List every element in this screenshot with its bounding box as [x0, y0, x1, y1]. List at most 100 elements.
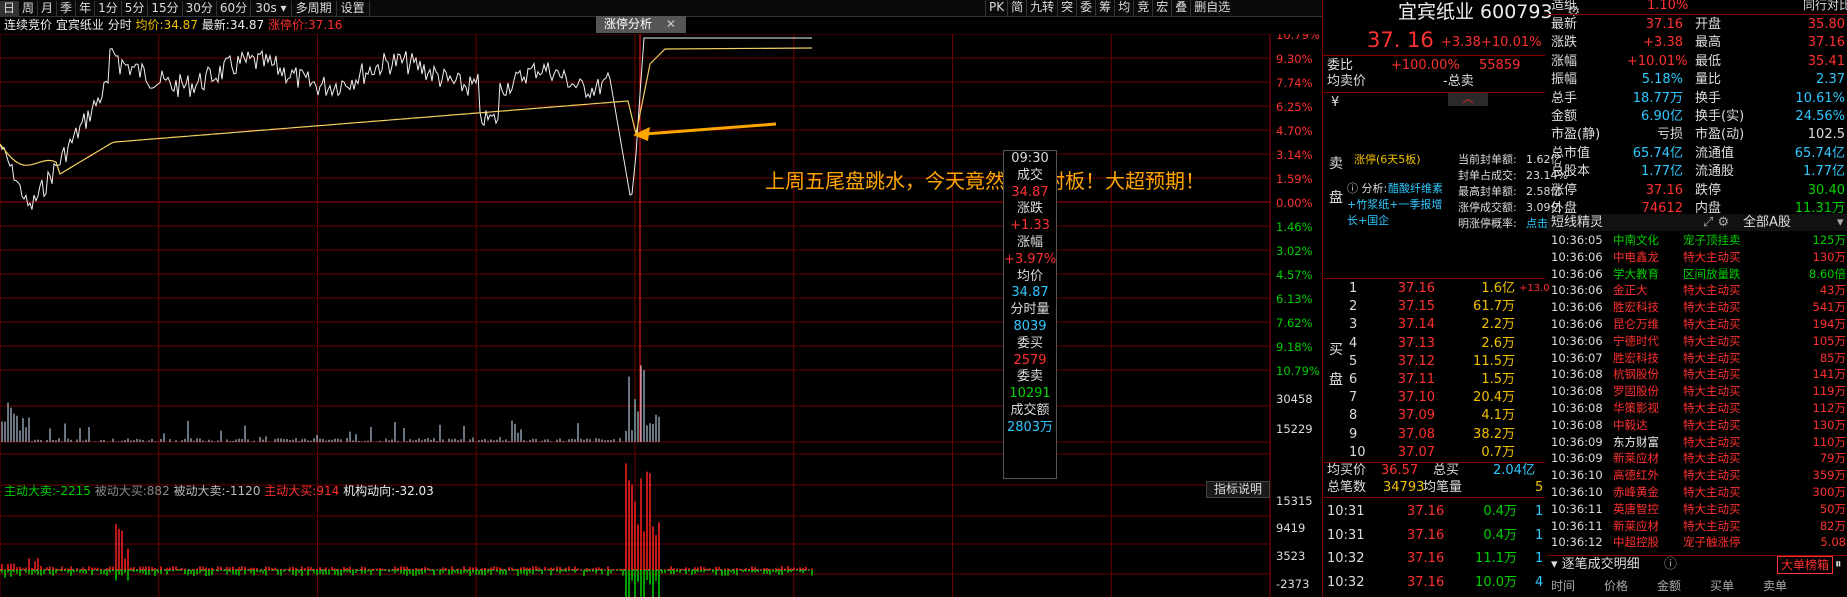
feed-value: 79万: [1819, 451, 1846, 466]
settings-button[interactable]: 设置: [337, 0, 370, 16]
multi-period-button[interactable]: 多周期: [292, 0, 337, 16]
tool-6[interactable]: 均: [1114, 0, 1133, 16]
feed-time: 10:36:10: [1551, 468, 1603, 483]
book-change: +13.0: [1519, 283, 1550, 294]
price-change-pct: +10.01%: [1481, 35, 1542, 50]
feed-row[interactable]: 10:36:07 胜宏科技 特大主动买 85万: [1547, 350, 1847, 366]
tool-0[interactable]: PK: [985, 0, 1007, 16]
feed-row[interactable]: 10:36:11 英唐智控 特大主动买 50万: [1547, 501, 1847, 517]
period-select[interactable]: 30s ▾: [251, 0, 292, 16]
quote-value: 35.80: [1807, 17, 1845, 32]
book-price: 37.14: [1397, 317, 1435, 333]
feed-row[interactable]: 10:36:08 罗固股份 特大主动买 119万: [1547, 383, 1847, 399]
intraday-chart[interactable]: 10.79% 9.30% 7.74% 6.25% 4.70% 3.14% 1.59% 0.00…: [0, 34, 1322, 597]
feed-row[interactable]: 10:36:05 中南文化 宠子顶挂卖 125万: [1547, 232, 1847, 248]
quote-panel: 宜宾纸业 600793 ⚙ 37. 16 +3.38 +10.01% 委比 +100.00%…: [1322, 0, 1847, 597]
pct-tick-up: 6.25%: [1276, 100, 1313, 114]
crosshair-tooltip: 09:30 成交 34.87 涨跌 +1.33 涨幅 +3.97% 均价 34.87 分时量 803…: [1003, 150, 1057, 479]
limit-price-label: 涨停价:37.16: [268, 18, 343, 32]
period-0[interactable]: 日: [0, 0, 20, 16]
info-icon: ⓘ: [1664, 557, 1678, 572]
quote-value: 10.61%: [1795, 90, 1845, 106]
feed-time: 10:36:06: [1551, 249, 1603, 264]
feed-value: 110万: [1812, 434, 1846, 449]
flow-tick: 3523: [1276, 549, 1305, 563]
period-5[interactable]: 1分: [95, 0, 122, 16]
series-label: 分时: [107, 18, 132, 32]
sell-side-label: 卖: [1329, 156, 1343, 172]
period-3[interactable]: 季: [57, 0, 77, 16]
book-volume: 4.1万: [1481, 408, 1515, 424]
feed-row[interactable]: 10:36:06 昆仑万维 特大主动买 194万: [1547, 316, 1847, 332]
quote-label: 跌停: [1695, 182, 1722, 198]
feed-row[interactable]: 10:36:06 胜宏科技 特大主动买 541万: [1547, 299, 1847, 315]
book-volume: 20.4万: [1473, 390, 1515, 406]
tool-4[interactable]: 委: [1076, 0, 1095, 16]
feed-value: 85万: [1819, 350, 1846, 365]
tooltip-label: 涨跌: [1016, 201, 1043, 217]
trade-count: 1: [1535, 551, 1544, 566]
quote-value: 102.5: [1807, 127, 1845, 143]
annotation-arrow: [644, 122, 777, 136]
quote-value: 5.18%: [1641, 72, 1683, 88]
quote-label: 最低: [1695, 53, 1722, 69]
tooltip-label: 涨幅: [1016, 234, 1043, 250]
tooltip-value: 10291: [1009, 386, 1051, 402]
quote-value: 35.41: [1807, 53, 1845, 69]
feed-event: 特大主动买: [1683, 401, 1741, 415]
period-2[interactable]: 月: [38, 0, 58, 16]
tool-10[interactable]: 删自选: [1190, 0, 1233, 16]
feed-row[interactable]: 10:36:10 高德红外 特大主动买 359万: [1547, 467, 1847, 483]
big-order-button[interactable]: 大单榜箱: [1777, 556, 1833, 574]
feed-row[interactable]: 10:36:08 中毅达 特大主动买 130万: [1547, 417, 1847, 433]
indicator-help-button[interactable]: 指标说明: [1206, 481, 1270, 498]
feed-row[interactable]: 10:36:09 新莱应材 特大主动买 79万: [1547, 450, 1847, 466]
quote-value: +10.01%: [1627, 53, 1688, 69]
feed-row[interactable]: 10:36:08 杭钢股份 特大主动买 141万: [1547, 366, 1847, 382]
period-6[interactable]: 5分: [122, 0, 149, 16]
quote-value: +3.38: [1643, 35, 1683, 51]
feed-row[interactable]: 10:36:12 中超控股 宠子触涨停 5.08: [1547, 534, 1847, 550]
period-8[interactable]: 30分: [183, 0, 217, 16]
feed-row[interactable]: 10:36:06 金正大 特大主动买 43万: [1547, 282, 1847, 298]
tool-3[interactable]: 突: [1057, 0, 1076, 16]
feed-row[interactable]: 10:36:11 新莱应材 特大主动买 82万: [1547, 518, 1847, 534]
avg-price-line: [0, 47, 813, 175]
tool-7[interactable]: 竞: [1133, 0, 1152, 16]
tooltip-value: 8039: [1013, 318, 1047, 334]
period-7[interactable]: 15分: [148, 0, 183, 16]
feed-row[interactable]: 10:36:09 东方财富 特大主动买 110万: [1547, 434, 1847, 450]
feed-time: 10:36:08: [1551, 417, 1603, 432]
tab-limit-analysis[interactable]: 涨停分析 ✕: [596, 16, 686, 33]
feed-row[interactable]: 10:36:06 学大教育 区间放量跌 8.60倍: [1547, 266, 1847, 282]
feed-stock: 中超控股: [1613, 535, 1659, 550]
feed-row[interactable]: 10:36:06 宁德时代 特大主动买 105万: [1547, 333, 1847, 349]
close-icon[interactable]: ✕: [666, 17, 676, 31]
tool-8[interactable]: 宏: [1152, 0, 1171, 16]
collapse-button[interactable]: ︿: [1448, 92, 1488, 106]
feed-value: 43万: [1819, 283, 1846, 298]
pct-tick-down: 6.13%: [1276, 292, 1313, 306]
quote-label: 市盈(动): [1695, 127, 1745, 143]
feed-value: 105万: [1812, 333, 1846, 348]
quote-label: 总股本: [1551, 164, 1591, 180]
period-9[interactable]: 60分: [217, 0, 252, 16]
analysis-tag: +竹浆纸+一季报增: [1347, 198, 1443, 211]
tool-1[interactable]: 简: [1007, 0, 1026, 16]
avg-price-label: 均价:34.87: [135, 18, 198, 32]
book-volume: 11.5万: [1473, 353, 1515, 369]
feed-row[interactable]: 10:36:08 华策影视 特大主动买 112万: [1547, 400, 1847, 416]
quote-value: 37.16: [1807, 35, 1845, 51]
period-1[interactable]: 周: [19, 0, 39, 16]
feed-row[interactable]: 10:36:10 赤峰黄金 特大主动买 300万: [1547, 484, 1847, 500]
tool-5[interactable]: 筹: [1095, 0, 1114, 16]
book-volume: 61.7万: [1473, 299, 1515, 315]
tool-2[interactable]: 九转: [1026, 0, 1057, 16]
feed-value: 141万: [1812, 367, 1846, 382]
tool-9[interactable]: 叠: [1171, 0, 1190, 16]
feed-stock: 金正大: [1613, 283, 1648, 298]
feed-row[interactable]: 10:36:06 中电鑫龙 特大主动买 130万: [1547, 249, 1847, 265]
period-4[interactable]: 年: [76, 0, 96, 16]
tooltip-value: 2579: [1013, 352, 1047, 368]
quote-label: 涨停: [1551, 182, 1578, 198]
